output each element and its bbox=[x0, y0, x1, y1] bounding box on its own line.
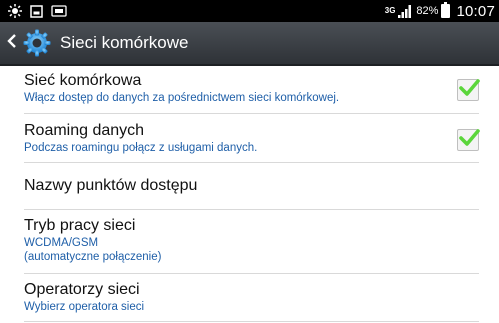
data-roaming-checkbox[interactable] bbox=[457, 129, 480, 151]
setting-subtitle: Włącz dostęp do danych za pośrednictwem … bbox=[24, 92, 340, 104]
setting-title: Operatorzy sieci bbox=[24, 281, 140, 298]
page-title: Sieci komórkowe bbox=[60, 33, 189, 52]
setting-title: Nazwy punktów dostępu bbox=[24, 177, 198, 194]
divider bbox=[24, 209, 479, 210]
setting-subtitle: (automatyczne połączenie) bbox=[24, 251, 162, 263]
screenshot-icon bbox=[30, 4, 43, 18]
setting-mobile-data[interactable]: Sieć komórkowa Włącz dostęp do danych za… bbox=[24, 71, 480, 105]
status-bar: 3G 82% 10:07 bbox=[0, 0, 499, 22]
brightness-icon bbox=[8, 4, 22, 18]
setting-data-roaming[interactable]: Roaming danych Podczas roamingu połącz z… bbox=[24, 121, 480, 155]
setting-title: Sieć komórkowa bbox=[24, 72, 142, 89]
setting-network-mode[interactable]: Tryb pracy sieci WCDMA/GSM (automatyczne… bbox=[24, 216, 479, 264]
setting-title: Tryb pracy sieci bbox=[24, 217, 136, 234]
divider bbox=[24, 273, 479, 274]
setting-title: Roaming danych bbox=[24, 122, 145, 139]
battery-icon bbox=[441, 2, 451, 18]
setting-subtitle: Wybierz operatora sieci bbox=[24, 301, 145, 313]
status-clock: 10:07 bbox=[456, 2, 495, 20]
sim-icon bbox=[51, 5, 67, 17]
battery-percent: 82% bbox=[416, 5, 439, 17]
setting-network-operators[interactable]: Operatorzy sieci Wybierz operatora sieci bbox=[24, 280, 479, 314]
setting-access-point-names[interactable]: Nazwy punktów dostępu bbox=[24, 176, 479, 196]
action-bar: Sieci komórkowe bbox=[0, 22, 499, 66]
divider bbox=[24, 321, 479, 322]
divider bbox=[24, 113, 479, 114]
divider bbox=[24, 162, 479, 163]
setting-subtitle: Podczas roamingu połącz z usługami danyc… bbox=[24, 142, 258, 154]
settings-gear-icon[interactable] bbox=[22, 28, 52, 58]
back-chevron-icon[interactable] bbox=[6, 32, 20, 55]
signal-icon bbox=[398, 4, 413, 18]
mobile-data-checkbox[interactable] bbox=[457, 79, 480, 101]
network-type-label: 3G bbox=[384, 6, 396, 15]
setting-subtitle: WCDMA/GSM bbox=[24, 237, 99, 249]
